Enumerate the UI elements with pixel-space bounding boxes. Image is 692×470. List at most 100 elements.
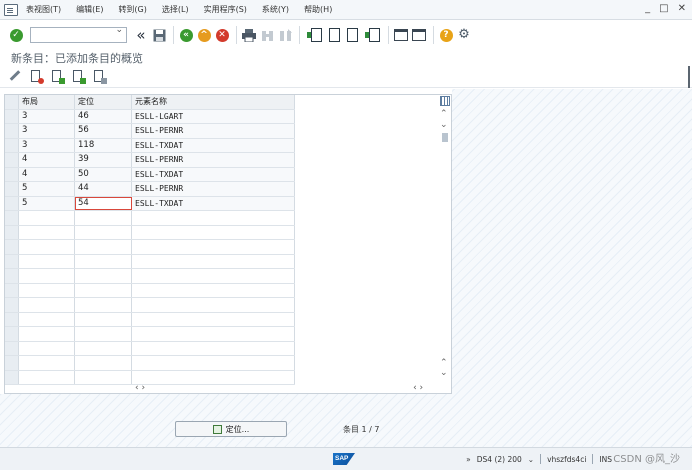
row-selector[interactable] [5,283,19,297]
element-name-cell[interactable]: ESLL-PERNR [132,153,295,167]
table-row[interactable]: 3 118 ESLL-TXDAT [5,138,295,153]
copy-entry-icon[interactable] [51,70,65,84]
element-name-cell[interactable]: ESLL-TXDAT [132,196,295,210]
table-row[interactable]: 3 56 ESLL-PERNR [5,124,295,139]
layout-cell[interactable]: 3 [19,124,75,138]
row-selector[interactable] [5,211,19,225]
empty-cell[interactable] [75,254,132,268]
minimize-icon[interactable]: _ [645,3,650,14]
last-page-icon[interactable] [364,27,382,43]
previous-page-icon[interactable] [326,27,342,43]
table-row[interactable]: 3 46 ESLL-LGART [5,109,295,124]
row-selector[interactable] [5,196,19,210]
help-icon[interactable]: ? [438,27,454,43]
element-name-cell[interactable]: ESLL-PERNR [132,182,295,196]
empty-cell[interactable] [132,211,295,225]
close-icon[interactable]: ✕ [678,3,686,14]
empty-table-row[interactable] [5,283,295,298]
empty-cell[interactable] [132,341,295,355]
empty-cell[interactable] [19,283,75,297]
row-selector[interactable] [5,240,19,254]
save-icon[interactable] [151,27,167,43]
empty-cell[interactable] [19,312,75,326]
horizontal-scrollbar[interactable]: ‹ › ‹ › [5,381,441,394]
menu-item-utilities[interactable]: 实用程序(S) [204,4,247,15]
scroll-left-right-icon[interactable]: ‹ › [413,383,423,393]
print-icon[interactable] [241,27,257,43]
empty-table-row[interactable] [5,341,295,356]
layout-cell[interactable]: 4 [19,167,75,181]
empty-cell[interactable] [132,254,295,268]
layout-cell[interactable]: 3 [19,109,75,123]
first-page-icon[interactable] [306,27,324,43]
row-selector[interactable] [5,124,19,138]
element-name-cell[interactable]: ESLL-TXDAT [132,167,295,181]
empty-table-row[interactable] [5,298,295,313]
empty-cell[interactable] [132,283,295,297]
row-selector[interactable] [5,182,19,196]
empty-cell[interactable] [132,240,295,254]
empty-cell[interactable] [19,341,75,355]
row-selector[interactable] [5,269,19,283]
scroll-down-icon[interactable]: ⌄ [440,121,448,130]
row-selector[interactable] [5,225,19,239]
create-session-icon[interactable] [393,27,409,43]
empty-table-row[interactable] [5,225,295,240]
row-selector[interactable] [5,254,19,268]
system-menu-icon[interactable] [4,3,18,16]
scroll-up-icon[interactable]: ⌃ [440,359,448,368]
scroll-up-icon[interactable]: ⌃ [440,110,448,119]
menu-item-select[interactable]: 选择(L) [162,4,189,15]
element-name-cell[interactable]: ESLL-TXDAT [132,138,295,152]
position-cell[interactable]: 39 [75,153,132,167]
scroll-down-icon[interactable]: ⌄ [440,369,448,378]
empty-cell[interactable] [19,269,75,283]
input-mode[interactable]: INS [599,455,612,464]
layout-cell[interactable]: 5 [19,182,75,196]
find-icon[interactable] [259,27,275,43]
empty-table-row[interactable] [5,327,295,342]
empty-cell[interactable] [132,327,295,341]
select-all-icon[interactable] [72,70,86,84]
position-cell[interactable]: 50 [75,167,132,181]
menu-item-edit[interactable]: 编辑(E) [76,4,103,15]
menu-item-system[interactable]: 系统(Y) [262,4,289,15]
table-row[interactable]: 5 44 ESLL-PERNR [5,182,295,197]
maximize-icon[interactable]: □ [659,3,668,14]
layout-cell[interactable]: 4 [19,153,75,167]
back-icon[interactable]: « [178,27,194,43]
find-next-icon[interactable] [277,27,293,43]
delete-entry-icon[interactable] [30,70,44,84]
position-cell[interactable]: 54 [75,196,132,210]
position-cell[interactable]: 56 [75,124,132,138]
empty-table-row[interactable] [5,240,295,255]
position-button[interactable]: 定位... [175,421,287,437]
row-selector[interactable] [5,109,19,123]
table-row[interactable]: 4 39 ESLL-PERNR [5,153,295,168]
position-cell[interactable]: 44 [75,182,132,196]
cancel-icon[interactable]: ✕ [214,27,230,43]
element-name-cell[interactable]: ESLL-PERNR [132,124,295,138]
table-settings-icon[interactable] [440,96,450,106]
row-selector[interactable] [5,312,19,326]
row-selector[interactable] [5,298,19,312]
empty-cell[interactable] [19,211,75,225]
empty-cell[interactable] [75,283,132,297]
empty-cell[interactable] [19,240,75,254]
position-cell[interactable]: 46 [75,109,132,123]
empty-cell[interactable] [75,341,132,355]
menu-item-help[interactable]: 帮助(H) [304,4,332,15]
empty-cell[interactable] [19,327,75,341]
column-header-layout[interactable]: 布局 [19,95,75,109]
edit-pencil-icon[interactable] [9,70,21,83]
empty-cell[interactable] [19,356,75,370]
command-field[interactable] [30,25,127,43]
position-cell[interactable]: 118 [75,138,132,152]
empty-table-row[interactable] [5,356,295,371]
menu-item-table-view[interactable]: 表视图(T) [26,4,61,15]
empty-cell[interactable] [75,269,132,283]
empty-cell[interactable] [75,211,132,225]
empty-cell[interactable] [75,327,132,341]
empty-cell[interactable] [75,225,132,239]
empty-cell[interactable] [132,269,295,283]
